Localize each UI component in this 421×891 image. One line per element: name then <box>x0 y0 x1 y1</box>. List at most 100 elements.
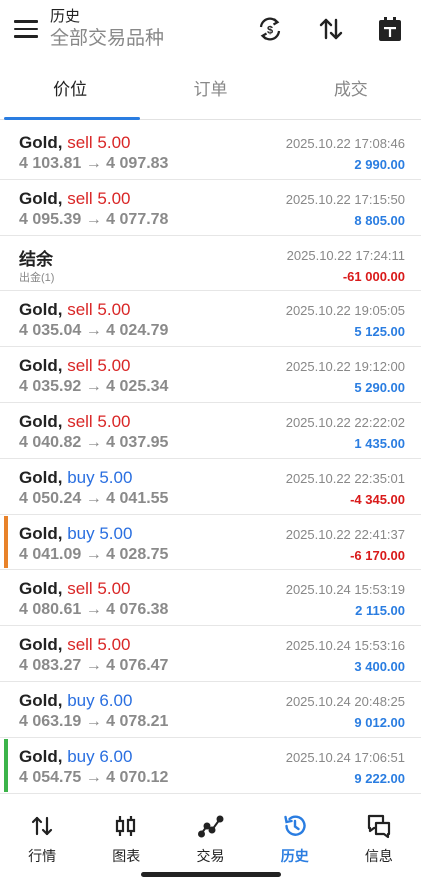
trade-profit: 1 435.00 <box>354 435 405 451</box>
symbol: Gold, <box>19 300 63 320</box>
trade-row[interactable]: Gold, buy 6.00 4 063.19 → 4 078.21 2025.… <box>0 682 421 738</box>
trade-prices: 4 040.82 → 4 037.95 <box>19 433 169 451</box>
tab-deals[interactable]: 成交 <box>281 62 421 119</box>
app-header: 历史 全部交易品种 $ <box>0 0 421 62</box>
trade-row[interactable]: Gold, buy 6.00 4 054.75 → 4 070.12 2025.… <box>0 738 421 794</box>
sort-icon[interactable] <box>316 14 346 44</box>
trade-side: buy 6.00 <box>67 690 133 710</box>
nav-trade[interactable]: 交易 <box>168 803 252 891</box>
row-marker <box>4 515 8 569</box>
trade-prices: 4 080.61 → 4 076.38 <box>19 601 169 619</box>
nav-messages[interactable]: 信息 <box>337 803 421 891</box>
trade-title: Gold, sell 5.00 <box>19 133 131 153</box>
trade-icon <box>197 815 223 838</box>
row-marker <box>4 738 8 792</box>
trade-prices: 4 063.19 → 4 078.21 <box>19 712 169 730</box>
trade-row[interactable]: Gold, buy 5.00 4 041.09 → 4 028.75 2025.… <box>0 515 421 571</box>
trade-time: 2025.10.24 15:53:19 <box>285 582 405 598</box>
trade-title: Gold, buy 5.00 <box>19 468 132 488</box>
trade-title: Gold, sell 5.00 <box>19 300 131 320</box>
balance-sub: 出金(1) <box>19 271 55 284</box>
nav-quotes[interactable]: 行情 <box>0 803 84 891</box>
trade-profit: 3 400.00 <box>354 659 405 675</box>
trade-profit: 2 990.00 <box>354 157 405 172</box>
quotes-icon <box>31 816 53 836</box>
nav-messages-label: 信息 <box>364 848 393 864</box>
chart-icon <box>116 816 136 836</box>
trade-time: 2025.10.22 22:41:37 <box>285 526 405 542</box>
report-icon[interactable] <box>375 14 405 44</box>
title-block[interactable]: 历史 全部交易品种 <box>50 8 164 52</box>
trade-title: Gold, buy 6.00 <box>19 747 132 767</box>
symbol: Gold, <box>19 690 63 710</box>
trade-title: Gold, sell 5.00 <box>19 189 131 209</box>
trade-profit: 5 125.00 <box>354 324 405 340</box>
svg-text:$: $ <box>267 25 273 37</box>
symbol-filter[interactable]: 全部交易品种 <box>50 26 164 52</box>
trade-row[interactable]: Gold, sell 5.00 4 095.39 → 4 077.78 2025… <box>0 180 421 236</box>
symbol: Gold, <box>19 188 63 208</box>
trade-title: Gold, sell 5.00 <box>19 412 131 432</box>
trade-prices: 4 041.09 → 4 028.75 <box>19 545 169 563</box>
trade-side: sell 5.00 <box>67 411 131 431</box>
trade-title: Gold, buy 5.00 <box>19 524 132 544</box>
trade-time: 2025.10.24 15:53:16 <box>285 638 405 654</box>
nav-history[interactable]: 历史 <box>253 803 337 891</box>
symbol: Gold, <box>19 467 63 487</box>
balance-row[interactable]: 结余 出金(1) 2025.10.22 17:24:11 -61 000.00 <box>0 236 421 292</box>
symbol: Gold, <box>19 635 63 655</box>
trade-side: sell 5.00 <box>67 356 131 376</box>
trade-profit: 9 222.00 <box>354 770 405 786</box>
home-indicator[interactable] <box>141 872 281 877</box>
trade-time: 2025.10.22 19:12:00 <box>285 359 405 375</box>
trade-time: 2025.10.22 17:24:11 <box>286 247 405 263</box>
trade-profit: -61 000.00 <box>342 268 405 284</box>
trade-side: buy 6.00 <box>67 746 133 766</box>
trade-row[interactable]: Gold, sell 5.00 4 103.81 → 4 097.83 2025… <box>0 124 421 180</box>
trade-side: sell 5.00 <box>67 300 131 320</box>
trade-prices: 4 035.92 → 4 025.34 <box>19 378 169 396</box>
trade-side: buy 5.00 <box>67 523 133 543</box>
trade-side: sell 5.00 <box>67 188 131 208</box>
currency-switch-icon[interactable]: $ <box>255 14 285 44</box>
nav-chart[interactable]: 图表 <box>84 803 168 891</box>
trade-prices: 4 095.39 → 4 077.78 <box>19 210 169 228</box>
trade-time: 2025.10.24 17:06:51 <box>285 749 405 765</box>
history-tabs: 价位 订单 成交 <box>0 62 421 120</box>
trade-row[interactable]: Gold, sell 5.00 4 083.27 → 4 076.47 2025… <box>0 626 421 682</box>
symbol: Gold, <box>19 356 63 376</box>
symbol: Gold, <box>19 579 63 599</box>
history-icon <box>284 815 306 836</box>
trade-prices: 4 054.75 → 4 070.12 <box>19 768 169 786</box>
trade-time: 2025.10.22 22:35:01 <box>285 470 405 486</box>
trade-prices: 4 035.04 → 4 024.79 <box>19 322 169 340</box>
trade-profit: 2 115.00 <box>355 603 405 619</box>
trade-profit: 5 290.00 <box>354 380 405 396</box>
messages-icon <box>367 814 391 839</box>
tab-positions[interactable]: 价位 <box>0 62 141 120</box>
page-title: 历史 <box>50 8 81 25</box>
bottom-nav: 行情 图表 交易 历史 信息 <box>0 803 421 891</box>
trade-profit: 8 805.00 <box>354 212 405 228</box>
trade-row[interactable]: Gold, sell 5.00 4 035.92 → 4 025.34 2025… <box>0 347 421 403</box>
trade-title: Gold, sell 5.00 <box>19 356 131 376</box>
trade-time: 2025.10.22 17:15:50 <box>285 191 405 207</box>
trade-row[interactable]: Gold, sell 5.00 4 035.04 → 4 024.79 2025… <box>0 291 421 348</box>
trade-profit: -6 170.00 <box>350 547 405 563</box>
history-list: Gold, sell 5.00 4 103.81 → 4 097.83 2025… <box>0 124 421 794</box>
trade-time: 2025.10.22 19:05:05 <box>285 303 405 319</box>
menu-icon[interactable] <box>14 20 38 40</box>
trade-prices: 4 083.27 → 4 076.47 <box>19 657 169 675</box>
nav-chart-label: 图表 <box>112 848 141 864</box>
tab-orders[interactable]: 订单 <box>140 62 280 119</box>
nav-trade-label: 交易 <box>196 848 225 864</box>
trade-row[interactable]: Gold, sell 5.00 4 080.61 → 4 076.38 2025… <box>0 570 421 627</box>
nav-history-label: 历史 <box>280 848 309 864</box>
balance-title: 结余 <box>19 249 53 269</box>
trade-time: 2025.10.22 17:08:46 <box>285 136 405 151</box>
trade-side: sell 5.00 <box>67 133 131 152</box>
trade-row[interactable]: Gold, buy 5.00 4 050.24 → 4 041.55 2025.… <box>0 459 421 515</box>
trade-prices: 4 103.81 → 4 097.83 <box>19 155 169 172</box>
nav-quotes-label: 行情 <box>28 848 57 864</box>
trade-row[interactable]: Gold, sell 5.00 4 040.82 → 4 037.95 2025… <box>0 403 421 459</box>
